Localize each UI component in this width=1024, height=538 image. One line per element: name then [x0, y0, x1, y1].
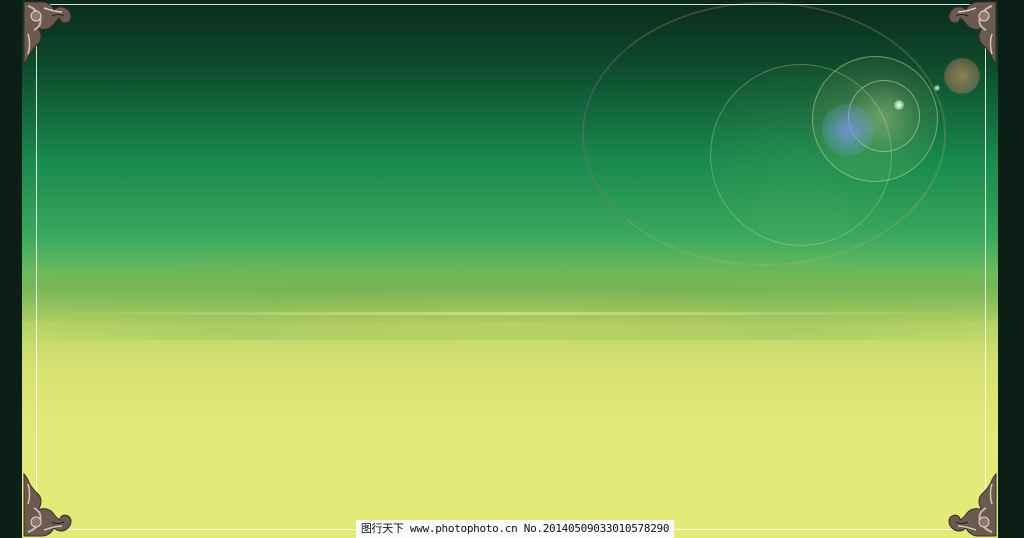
ornate-corner-icon: [23, 1, 72, 66]
watermark-text: 图行天下 www.photophoto.cn No.20140509033010…: [356, 520, 674, 538]
ornate-corner-icon: [23, 472, 72, 537]
inner-frame-line: [36, 4, 986, 530]
left-border: [0, 0, 22, 538]
ornate-corner-icon: [948, 1, 997, 66]
background-board: 图行天下 www.photophoto.cn No.20140509033010…: [0, 0, 1024, 538]
ornate-corner-icon: [948, 472, 997, 537]
right-border: [998, 0, 1024, 538]
